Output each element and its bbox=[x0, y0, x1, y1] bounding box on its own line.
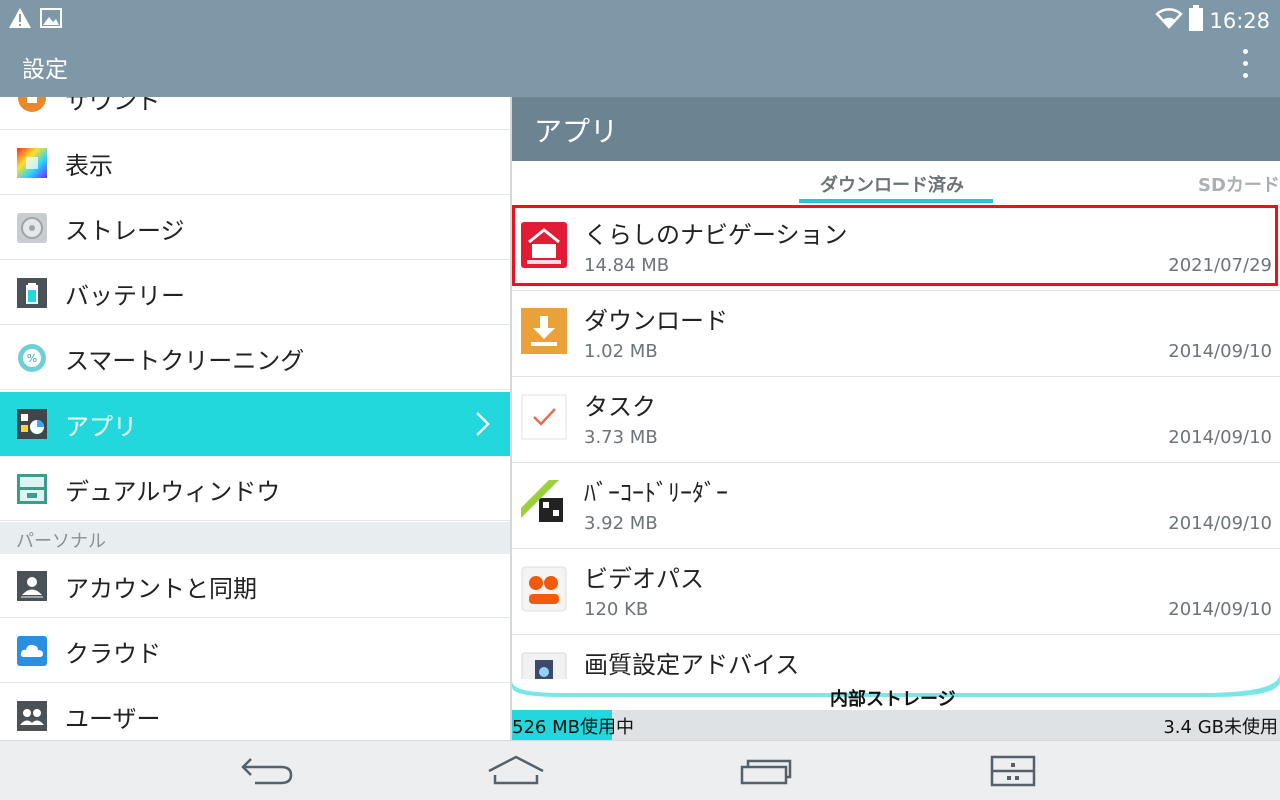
sidebar-item-label: デュアルウィンドウ bbox=[65, 478, 281, 506]
back-icon[interactable] bbox=[237, 751, 297, 791]
app-name: ﾊﾞｰｺｰﾄﾞﾘｰﾀﾞｰ bbox=[584, 479, 728, 507]
apps-icon bbox=[17, 409, 47, 439]
internal-storage-bar: 内部ストレージ 526 MB使用中 3.4 GB未使用 bbox=[512, 671, 1280, 740]
sidebar-item-label: サウンド bbox=[65, 97, 161, 115]
tab-downloaded[interactable]: ダウンロード済み bbox=[820, 171, 964, 197]
status-time: 16:28 bbox=[1209, 8, 1270, 33]
sidebar-item-label: クラウド bbox=[65, 640, 161, 668]
storage-free-label: 3.4 GB未使用 bbox=[1163, 717, 1278, 738]
navigation-bar bbox=[0, 740, 1280, 800]
list-item[interactable]: ダウンロード 1.02 MB 2014/09/10 bbox=[512, 291, 1280, 377]
storage-title: 内部ストレージ bbox=[830, 689, 956, 710]
sidebar-item-label: ユーザー bbox=[65, 705, 161, 733]
kurashi-navigation-icon bbox=[521, 222, 567, 268]
recents-icon[interactable] bbox=[736, 751, 796, 791]
list-item[interactable]: くらしのナビゲーション 14.84 MB 2021/07/29 bbox=[512, 205, 1280, 291]
app-name: くらしのナビゲーション bbox=[584, 221, 848, 249]
app-size: 3.92 MB bbox=[584, 513, 658, 534]
sidebar-item-users[interactable]: ユーザー bbox=[0, 684, 510, 740]
cloud-icon bbox=[17, 636, 47, 666]
sound-icon bbox=[17, 97, 47, 113]
chevron-right-icon bbox=[472, 410, 492, 438]
list-item[interactable]: ﾊﾞｰｺｰﾄﾞﾘｰﾀﾞｰ 3.92 MB 2014/09/10 bbox=[512, 463, 1280, 549]
section-header-label: パーソナル bbox=[16, 531, 106, 552]
sidebar-item-dual-window[interactable]: デュアルウィンドウ bbox=[0, 457, 510, 521]
app-date: 2014/09/10 bbox=[1168, 341, 1272, 362]
app-date: 2014/09/10 bbox=[1168, 599, 1272, 620]
app-name: ダウンロード bbox=[584, 307, 728, 335]
app-date: 2021/07/29 bbox=[1168, 255, 1272, 276]
sidebar-item-storage[interactable]: ストレージ bbox=[0, 196, 510, 260]
users-icon bbox=[17, 701, 47, 731]
sidebar-item-apps[interactable]: アプリ bbox=[0, 392, 510, 456]
sidebar-item-label: バッテリー bbox=[65, 282, 185, 310]
video-pass-icon bbox=[521, 566, 567, 612]
svg-text:%: % bbox=[27, 352, 37, 365]
apps-tabs: ダウンロード済み SDカード bbox=[512, 161, 1280, 205]
task-icon bbox=[521, 394, 567, 440]
display-icon bbox=[17, 148, 47, 178]
image-icon bbox=[40, 7, 62, 33]
sidebar-item-battery[interactable]: バッテリー bbox=[0, 261, 510, 325]
tab-sd-card[interactable]: SDカード bbox=[1198, 171, 1280, 197]
app-size: 120 KB bbox=[584, 599, 649, 620]
sidebar-item-smart-cleaning[interactable]: % スマートクリーニング bbox=[0, 326, 510, 390]
app-date: 2014/09/10 bbox=[1168, 427, 1272, 448]
list-item[interactable]: ビデオパス 120 KB 2014/09/10 bbox=[512, 549, 1280, 635]
sidebar-item-label: 表示 bbox=[65, 152, 113, 180]
app-list: くらしのナビゲーション 14.84 MB 2021/07/29 ダウンロード 1… bbox=[512, 205, 1280, 679]
tab-indicator bbox=[799, 199, 993, 203]
smart-cleaning-icon: % bbox=[17, 343, 47, 373]
apps-panel-header: アプリ bbox=[512, 97, 1280, 161]
barcode-reader-icon bbox=[521, 480, 567, 526]
sidebar-item-account-sync[interactable]: アカウントと同期 bbox=[0, 554, 510, 618]
app-name: タスク bbox=[584, 393, 656, 421]
app-size: 3.73 MB bbox=[584, 427, 658, 448]
page-title: 設定 bbox=[22, 57, 68, 83]
download-icon bbox=[521, 308, 567, 354]
warning-icon bbox=[8, 7, 32, 33]
app-size: 1.02 MB bbox=[584, 341, 658, 362]
app-name: ビデオパス bbox=[584, 565, 704, 593]
battery-icon bbox=[1189, 5, 1204, 36]
apps-panel-title: アプリ bbox=[534, 115, 619, 148]
settings-sidebar: サウンド 表示 ストレージ バッテリー % スマートクリーニング アプリ デュア… bbox=[0, 97, 510, 740]
dual-window-icon bbox=[17, 474, 47, 504]
list-item[interactable]: タスク 3.73 MB 2014/09/10 bbox=[512, 377, 1280, 463]
sidebar-item-sound[interactable]: サウンド bbox=[0, 97, 510, 130]
storage-used-label: 526 MB使用中 bbox=[512, 717, 634, 738]
account-sync-icon bbox=[17, 571, 47, 601]
wifi-icon bbox=[1155, 7, 1184, 34]
sidebar-item-label: ストレージ bbox=[65, 217, 185, 245]
sidebar-item-cloud[interactable]: クラウド bbox=[0, 619, 510, 683]
storage-icon bbox=[17, 213, 47, 243]
sidebar-item-label: スマートクリーニング bbox=[65, 347, 305, 375]
action-bar: 設定 bbox=[0, 36, 1280, 97]
battery-icon bbox=[17, 278, 47, 308]
app-size: 14.84 MB bbox=[584, 255, 670, 276]
sidebar-item-label: アプリ bbox=[65, 413, 137, 441]
section-header-personal: パーソナル bbox=[0, 522, 510, 554]
menu-icon[interactable] bbox=[985, 751, 1045, 791]
sidebar-item-label: アカウントと同期 bbox=[65, 575, 257, 603]
home-icon[interactable] bbox=[486, 751, 546, 791]
status-bar: 16:28 bbox=[0, 0, 1280, 36]
sidebar-item-display[interactable]: 表示 bbox=[0, 131, 510, 195]
app-date: 2014/09/10 bbox=[1168, 513, 1272, 534]
more-vert-icon[interactable] bbox=[1240, 49, 1250, 83]
